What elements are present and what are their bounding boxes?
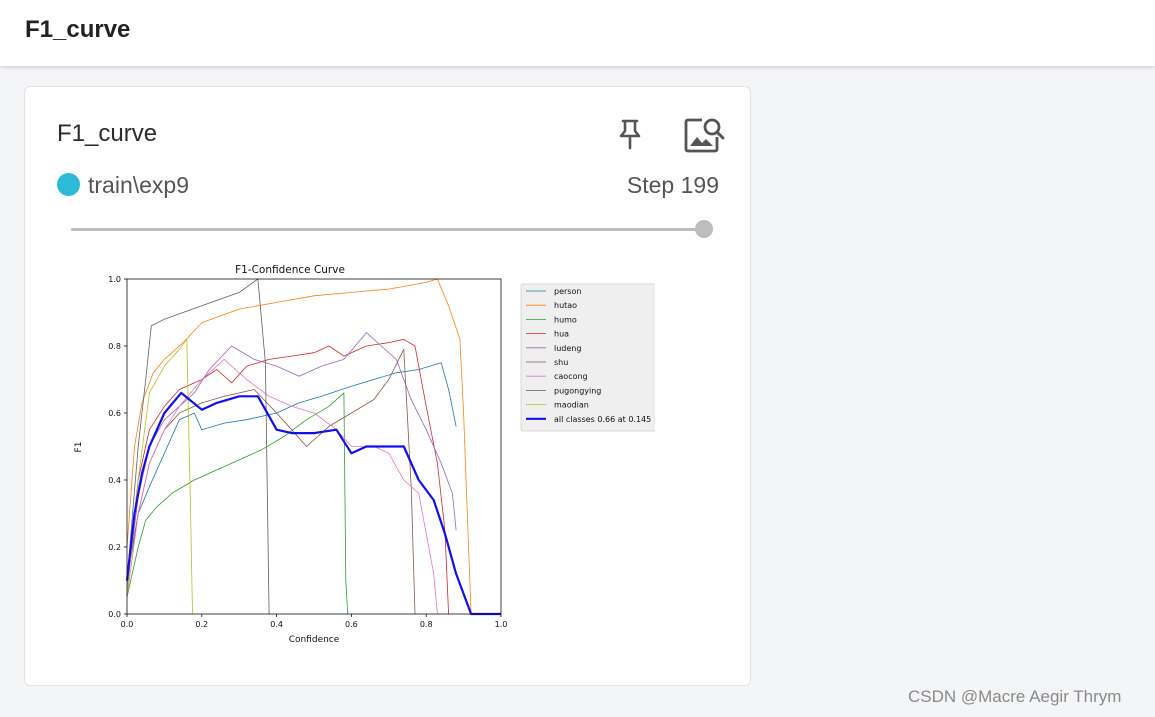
f1-confidence-chart: F1-Confidence Curve 0.0 0.2 0.4 0.6 0.8 1.0 0.… <box>65 257 655 652</box>
watermark: CSDN @Macre Aegir Thrym <box>908 687 1122 706</box>
image-search-icon[interactable] <box>682 115 726 155</box>
top-bar: F1_curve <box>0 0 1155 66</box>
step-slider-track[interactable] <box>71 228 708 231</box>
legend-label: maodian <box>554 401 589 410</box>
legend-label: ludeng <box>554 344 581 353</box>
x-axis-label: Confidence <box>289 635 340 645</box>
f1-curve-card: F1_curve train\exp9 Step 199 F1-Confiden… <box>24 86 751 686</box>
run-name: train\exp9 <box>88 172 190 198</box>
x-tick-label: 0.8 <box>420 620 433 629</box>
y-tick-label: 0.8 <box>108 342 121 351</box>
x-tick-label: 0.4 <box>270 620 283 629</box>
run-color-dot <box>57 173 80 196</box>
y-tick-label: 0.0 <box>108 610 121 619</box>
step-slider-thumb[interactable] <box>695 220 713 238</box>
page-title: F1_curve <box>25 16 131 43</box>
step-label: Step 199 <box>626 172 719 198</box>
x-tick-label: 0.0 <box>121 620 134 629</box>
legend-label: all classes 0.66 at 0.145 <box>554 415 651 424</box>
y-tick-label: 0.6 <box>108 409 121 418</box>
chart-legend: person hutao humo hua ludeng shu caocong pugong… <box>520 283 655 432</box>
legend-label: humo <box>554 315 577 324</box>
x-tick-label: 0.2 <box>195 620 208 629</box>
y-tick-label: 0.4 <box>108 476 121 485</box>
legend-label: pugongying <box>554 386 601 395</box>
y-tick-label: 0.2 <box>108 543 121 552</box>
chart-title: F1-Confidence Curve <box>235 264 345 276</box>
card-title: F1_curve <box>57 120 158 147</box>
y-axis-label: F1 <box>74 442 84 453</box>
legend-label: hutao <box>554 301 577 310</box>
x-tick-label: 1.0 <box>495 620 508 629</box>
legend-label: hua <box>554 330 569 339</box>
legend-label: caocong <box>554 372 588 381</box>
y-tick-label: 1.0 <box>108 275 121 284</box>
legend-label: person <box>554 287 581 296</box>
x-tick-label: 0.6 <box>345 620 358 629</box>
legend-label: shu <box>554 358 568 367</box>
pin-icon[interactable] <box>615 118 645 150</box>
